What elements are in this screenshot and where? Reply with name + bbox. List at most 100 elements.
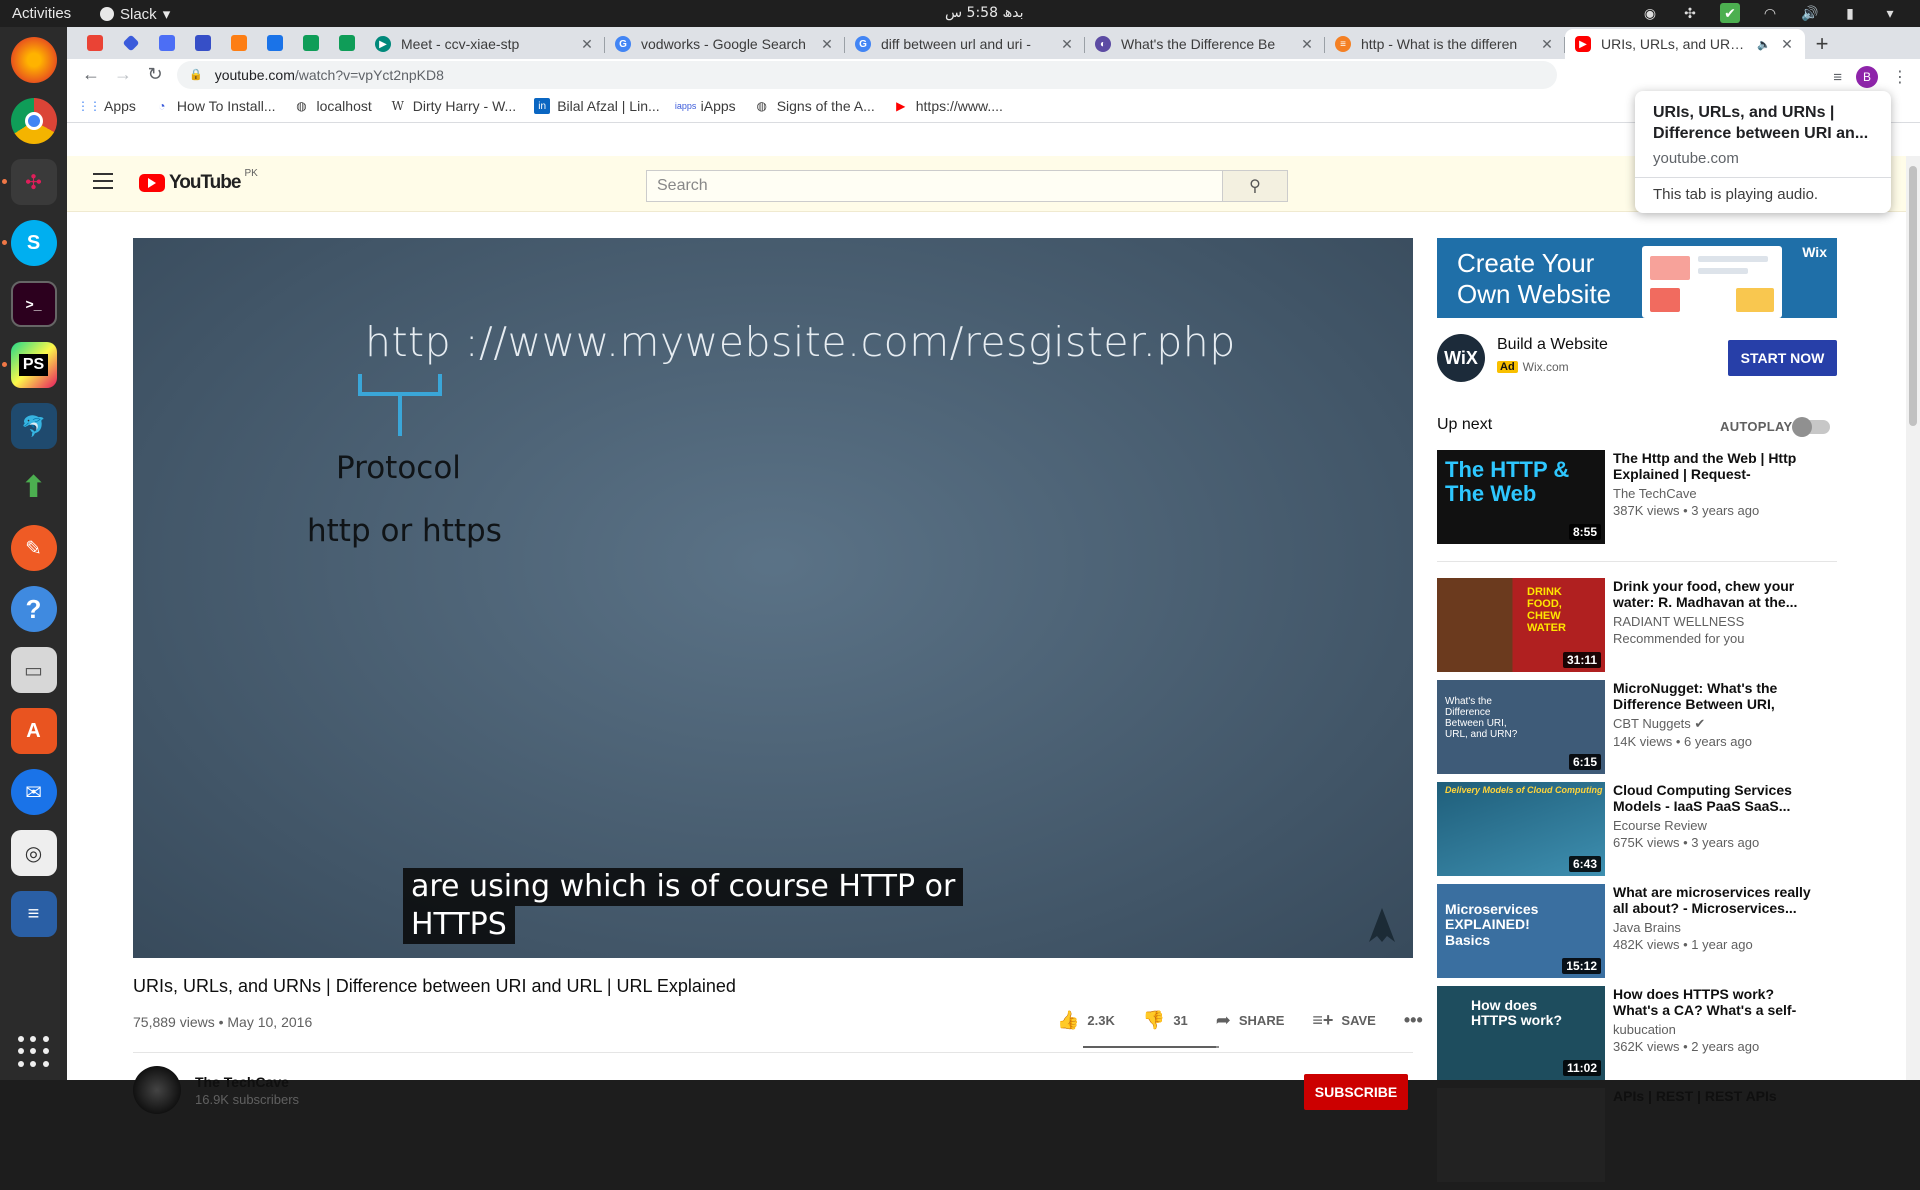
rec-title[interactable]: The Http and the Web | Http Explained | … bbox=[1613, 450, 1813, 482]
video-thumbnail[interactable]: DRINK FOOD, CHEW WATER 31:11 bbox=[1437, 578, 1605, 672]
lock-icon[interactable]: 🔒 bbox=[189, 68, 203, 81]
rec-title[interactable]: How does HTTPS work? What's a CA? What's… bbox=[1613, 986, 1813, 1018]
pinned-tab-sheets-2[interactable] bbox=[329, 27, 365, 59]
close-icon[interactable]: ✕ bbox=[1059, 36, 1075, 53]
search-input[interactable]: Search bbox=[646, 170, 1223, 202]
volume-icon[interactable]: 🔊 bbox=[1800, 3, 1820, 23]
rec-title[interactable]: Drink your food, chew your water: R. Mad… bbox=[1613, 578, 1813, 610]
back-button[interactable]: ← bbox=[75, 61, 107, 89]
clock[interactable]: بدھ 5:58 س bbox=[945, 5, 1023, 21]
tab-google-search-url-uri[interactable]: G diff between url and uri - ✕ bbox=[845, 29, 1085, 59]
bookmark-wikipedia[interactable]: W Dirty Harry - W... bbox=[390, 98, 517, 114]
rec-title[interactable]: What are microservices really all about?… bbox=[1613, 884, 1813, 916]
app-menu[interactable]: Slack ▾ bbox=[100, 5, 170, 23]
start-now-button[interactable]: START NOW bbox=[1728, 340, 1837, 376]
tab-google-search-vodworks[interactable]: G vodworks - Google Search ✕ bbox=[605, 29, 845, 59]
mysql-workbench-icon[interactable]: 🐬 bbox=[10, 403, 57, 449]
pinned-tab-1[interactable] bbox=[113, 27, 149, 59]
bookmark-iapps[interactable]: iapps iApps bbox=[675, 98, 736, 114]
close-icon[interactable]: ✕ bbox=[1779, 36, 1795, 53]
video-player[interactable]: http ://www.mywebsite.com/resgister.php … bbox=[133, 238, 1413, 958]
terminal-icon[interactable]: >_ bbox=[10, 281, 57, 327]
pinned-tab-sheets-1[interactable] bbox=[293, 27, 329, 59]
skype-icon[interactable]: S bbox=[1, 220, 57, 266]
playlist-icon[interactable]: ≡ bbox=[1833, 69, 1842, 86]
list-item[interactable]: How does HTTPS work? 11:02 How does HTTP… bbox=[1437, 986, 1837, 1088]
postman-icon[interactable]: ✎ bbox=[10, 525, 57, 571]
scrollbar-thumb[interactable] bbox=[1909, 166, 1917, 426]
firefox-icon[interactable] bbox=[10, 37, 57, 83]
wix-logo[interactable]: WiX bbox=[1437, 334, 1485, 382]
save-button[interactable]: ≡+ SAVE bbox=[1312, 1010, 1375, 1031]
menu-icon[interactable] bbox=[93, 173, 113, 189]
subscribe-button[interactable]: SUBSCRIBE bbox=[1304, 1074, 1408, 1110]
pinned-tab-4[interactable] bbox=[221, 27, 257, 59]
video-thumbnail[interactable]: The HTTP & The Web 8:55 bbox=[1437, 450, 1605, 544]
close-icon[interactable]: ✕ bbox=[579, 36, 595, 53]
video-thumbnail[interactable] bbox=[1437, 1088, 1605, 1182]
bookmark-signs[interactable]: ◍ Signs of the A... bbox=[754, 98, 874, 114]
rhythmbox-icon[interactable]: ◎ bbox=[10, 830, 57, 876]
activities-button[interactable]: Activities bbox=[12, 5, 71, 22]
bookmark-localhost[interactable]: ◍ localhost bbox=[293, 98, 372, 114]
forward-button[interactable]: → bbox=[107, 61, 139, 89]
slack-tray-icon[interactable]: ✣ bbox=[1680, 3, 1700, 23]
autoplay-toggle[interactable] bbox=[1792, 417, 1830, 437]
audio-playing-icon[interactable]: 🔈 bbox=[1757, 38, 1771, 51]
video-thumbnail[interactable]: How does HTTPS work? 11:02 bbox=[1437, 986, 1605, 1080]
tab-meet[interactable]: ▶ Meet - ccv-xiae-stp ✕ bbox=[365, 29, 605, 59]
pinned-tab-3[interactable] bbox=[185, 27, 221, 59]
help-icon[interactable]: ? bbox=[10, 586, 57, 632]
list-item[interactable]: Microservices EXPLAINED! Basics 15:12 Wh… bbox=[1437, 884, 1837, 986]
share-button[interactable]: ➦ SHARE bbox=[1216, 1010, 1285, 1031]
chrome-icon[interactable] bbox=[10, 98, 57, 144]
list-item[interactable]: APIs | REST | REST APIs bbox=[1437, 1088, 1837, 1190]
tab-stackoverflow[interactable]: ≡ http - What is the differen ✕ bbox=[1325, 29, 1565, 59]
power-menu-chevron-icon[interactable]: ▾ bbox=[1880, 3, 1900, 23]
list-item[interactable]: What's the Difference Between URI, URL, … bbox=[1437, 680, 1837, 782]
thunderbird-icon[interactable]: ✉ bbox=[10, 769, 57, 815]
close-icon[interactable]: ✕ bbox=[1539, 36, 1555, 53]
pinned-tab-2[interactable] bbox=[149, 27, 185, 59]
channel-watermark-icon[interactable] bbox=[1365, 906, 1399, 944]
battery-icon[interactable]: ▮ bbox=[1840, 3, 1860, 23]
more-vert-icon[interactable]: ⋮ bbox=[1892, 67, 1908, 87]
video-thumbnail[interactable]: Delivery Models of Cloud Computing 6:43 bbox=[1437, 782, 1605, 876]
like-button[interactable]: 👍 2.3K bbox=[1057, 1010, 1115, 1031]
list-item[interactable]: The HTTP & The Web 8:55 The Http and the… bbox=[1437, 450, 1837, 562]
address-bar[interactable]: 🔒 youtube.com/watch?v=vpYct2npKD8 bbox=[177, 60, 1557, 89]
ad-title[interactable]: Build a Website bbox=[1497, 336, 1608, 354]
rec-title[interactable]: MicroNugget: What's the Difference Betwe… bbox=[1613, 680, 1813, 712]
close-icon[interactable]: ✕ bbox=[1299, 36, 1315, 53]
obs-icon[interactable]: ◉ bbox=[1640, 3, 1660, 23]
dislike-button[interactable]: 👎 31 bbox=[1143, 1010, 1188, 1031]
list-item[interactable]: Delivery Models of Cloud Computing 6:43 … bbox=[1437, 782, 1837, 884]
more-actions-button[interactable]: ••• bbox=[1404, 1010, 1423, 1031]
pycharm-icon[interactable]: PS bbox=[1, 342, 57, 388]
tab-youtube-active[interactable]: ▶ URIs, URLs, and URNs | 🔈 ✕ bbox=[1565, 29, 1805, 59]
search-button[interactable]: ⚲ bbox=[1223, 170, 1288, 202]
bookmark-linkedin[interactable]: in Bilal Afzal | Lin... bbox=[534, 98, 660, 114]
wifi-icon[interactable]: ◠ bbox=[1760, 3, 1780, 23]
software-center-icon[interactable]: A bbox=[10, 708, 57, 754]
video-thumbnail[interactable]: Microservices EXPLAINED! Basics 15:12 bbox=[1437, 884, 1605, 978]
text-editor-icon[interactable]: ≡ bbox=[10, 891, 57, 937]
rocket-icon[interactable]: ⬆ bbox=[11, 464, 57, 510]
pinned-tab-gmail[interactable] bbox=[77, 27, 113, 59]
bookmark-apps[interactable]: ⋮⋮ Apps bbox=[77, 98, 136, 114]
list-item[interactable]: DRINK FOOD, CHEW WATER 31:11 Drink your … bbox=[1437, 578, 1837, 680]
channel-name[interactable]: The TechCave bbox=[195, 1074, 299, 1090]
ad-banner[interactable]: Create Your Own Website Wix bbox=[1437, 238, 1837, 318]
bookmark-youtube[interactable]: ▶ https://www.... bbox=[893, 98, 1003, 114]
bookmark-how-to-install[interactable]: ◔ How To Install... bbox=[154, 98, 275, 114]
update-icon[interactable]: ✔ bbox=[1720, 3, 1740, 23]
profile-avatar[interactable]: B bbox=[1856, 66, 1878, 88]
reload-button[interactable]: ↻ bbox=[139, 61, 171, 89]
rec-title[interactable]: APIs | REST | REST APIs bbox=[1613, 1088, 1813, 1120]
close-icon[interactable]: ✕ bbox=[819, 36, 835, 53]
pinned-tab-calendar[interactable] bbox=[257, 27, 293, 59]
video-thumbnail[interactable]: What's the Difference Between URI, URL, … bbox=[1437, 680, 1605, 774]
new-tab-button[interactable]: + bbox=[1805, 29, 1839, 59]
files-icon[interactable]: ▭ bbox=[10, 647, 57, 693]
page-scrollbar[interactable] bbox=[1906, 156, 1920, 1080]
